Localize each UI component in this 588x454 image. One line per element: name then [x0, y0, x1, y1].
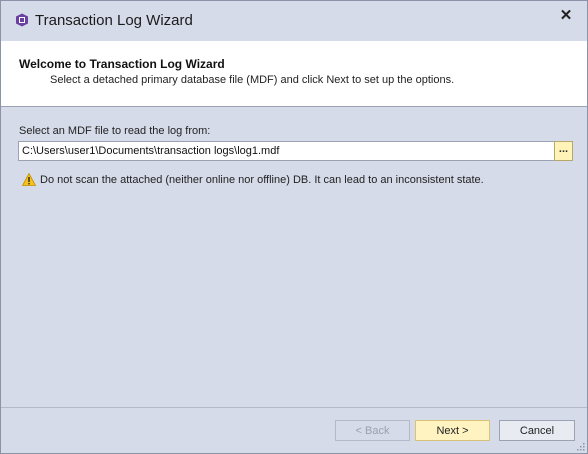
cancel-button[interactable]: Cancel	[499, 420, 575, 441]
browse-button[interactable]: ...	[554, 141, 573, 161]
window-title: Transaction Log Wizard	[35, 12, 193, 29]
mdf-path-input[interactable]	[18, 141, 556, 161]
resize-grip-icon[interactable]	[576, 442, 585, 451]
wizard-header: Welcome to Transaction Log Wizard Select…	[1, 41, 587, 107]
warning-message: Do not scan the attached (neither online…	[40, 174, 484, 186]
back-button[interactable]: < Back	[335, 420, 410, 441]
header-subtitle: Select a detached primary database file …	[50, 74, 455, 86]
warning-icon	[22, 173, 36, 186]
next-button[interactable]: Next >	[415, 420, 490, 441]
mdf-file-label: Select an MDF file to read the log from:	[19, 125, 211, 137]
title-bar[interactable]: Transaction Log Wizard ✕	[1, 1, 587, 41]
footer-divider	[1, 407, 587, 408]
header-title: Welcome to Transaction Log Wizard	[19, 57, 225, 71]
database-wizard-icon	[16, 13, 28, 27]
wizard-window: Transaction Log Wizard ✕ Welcome to Tran…	[0, 0, 588, 454]
close-icon[interactable]: ✕	[557, 7, 575, 25]
